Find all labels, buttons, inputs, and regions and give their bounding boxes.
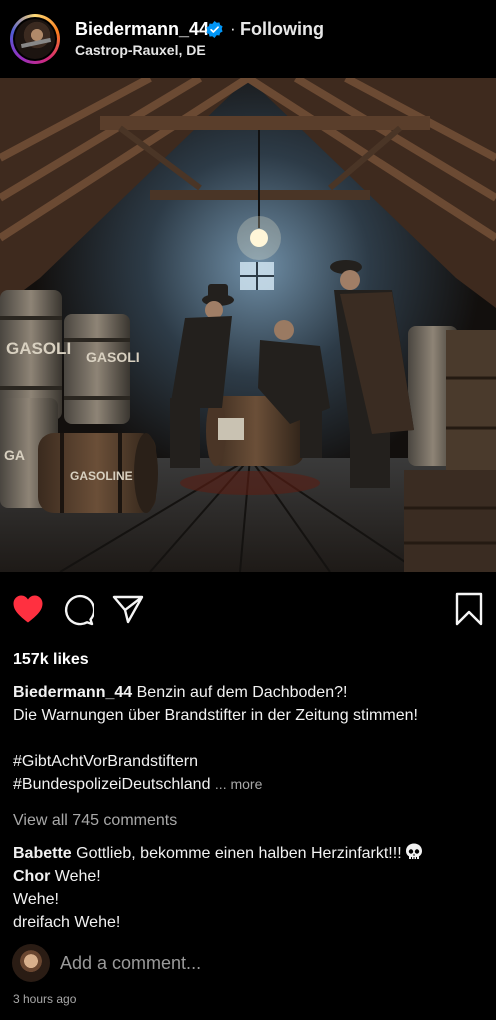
heart-filled-icon[interactable] [12,594,44,624]
avatar [12,944,50,982]
caption-text: Benzin auf dem Dachboden?! [136,684,348,701]
comment-item: Babette Gottlieb, bekomme einen halben H… [13,842,493,865]
comment-text: Gottlieb, bekomme einen halben Herzinfar… [76,845,402,862]
profile-avatar[interactable] [10,14,60,64]
comment-username[interactable]: Chor [13,868,50,885]
add-comment-row [12,944,482,984]
bookmark-icon[interactable] [454,592,484,626]
more-button[interactable]: ... more [215,776,262,792]
verified-badge-icon [206,21,223,38]
separator-dot: · [230,19,236,38]
hashtag-link[interactable]: #BundespolizeiDeutschland [13,776,210,793]
view-all-comments-link[interactable]: View all 745 comments [13,812,177,830]
barrel-label: GASOLINE [70,469,133,483]
barrel-label: GA [4,447,25,463]
comment-bubble-icon[interactable] [62,594,94,626]
post-image[interactable]: GASOLI GASOLI GA GASOLINE [0,78,496,572]
post-timestamp: 3 hours ago [13,992,77,1006]
comment-item: Chor Wehe! [13,865,493,888]
hashtag-link[interactable]: #GibtAchtVorBrandstiftern [13,750,488,773]
post-location[interactable]: Castrop-Rauxel, DE [75,42,206,58]
add-comment-input[interactable] [60,953,460,974]
comment-text: Wehe! [54,868,101,885]
comment-text: dreifach Wehe! [13,914,121,931]
post-actions [0,588,496,630]
post-username[interactable]: Biedermann_44 [75,19,209,40]
like-count[interactable]: 157k likes [13,651,89,669]
paper-plane-icon[interactable] [112,594,144,624]
comments-list: Babette Gottlieb, bekomme einen halben H… [13,842,493,934]
comment-text: Wehe! [13,891,59,908]
skull-icon [405,843,422,859]
caption-text: Die Warnungen über Brandstifter in der Z… [13,707,418,724]
following-button[interactable]: Following [240,19,324,40]
post-header: Biedermann_44 · Following Castrop-Rauxel… [0,0,496,78]
barrel-label: GASOLI [86,349,140,365]
post-caption: Biedermann_44 Benzin auf dem Dachboden?!… [13,681,488,796]
comment-username[interactable]: Babette [13,845,72,862]
caption-username[interactable]: Biedermann_44 [13,684,132,701]
barrel-label: GASOLI [6,339,71,358]
